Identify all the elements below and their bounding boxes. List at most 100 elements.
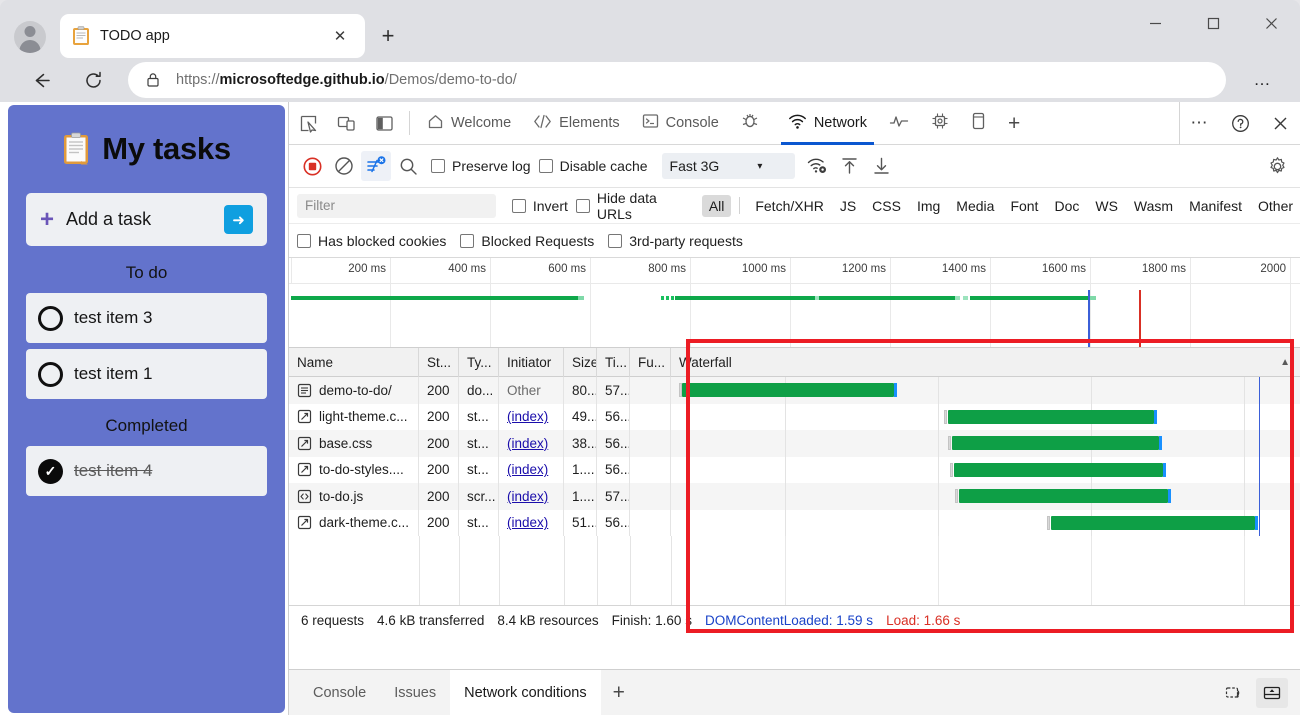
initiator-link[interactable]: (index) xyxy=(507,436,548,451)
device-toolbar-icon[interactable] xyxy=(327,102,365,145)
has-blocked-cookies-checkbox[interactable]: Has blocked cookies xyxy=(297,233,446,249)
cell-initiator[interactable]: (index) xyxy=(499,430,564,457)
back-icon[interactable] xyxy=(24,63,58,97)
initiator-link[interactable]: (index) xyxy=(507,489,548,504)
column-header-fulfilled[interactable]: Fu... xyxy=(630,348,671,377)
drawer-tab-issues[interactable]: Issues xyxy=(380,670,450,715)
table-row[interactable]: to-do-styles.... 200 st... (index) 1....… xyxy=(289,457,1300,484)
filter-type-manifest[interactable]: Manifest xyxy=(1182,195,1249,217)
column-header-time[interactable]: Ti... xyxy=(597,348,630,377)
filter-input[interactable]: Filter xyxy=(297,194,496,218)
task-checkbox-icon[interactable] xyxy=(38,362,63,387)
cell-name[interactable]: demo-to-do/ xyxy=(289,377,419,404)
checkbox-icon[interactable] xyxy=(297,234,311,248)
drawer-tab-console[interactable]: Console xyxy=(299,670,380,715)
table-row[interactable]: base.css 200 st... (index) 38... 56... xyxy=(289,430,1300,457)
sort-ascending-icon[interactable]: ▲ xyxy=(1280,357,1290,368)
tab-welcome[interactable]: Welcome xyxy=(416,102,522,145)
more-tabs-plus-icon[interactable]: + xyxy=(997,102,1031,145)
clear-icon[interactable] xyxy=(329,151,359,181)
dock-side-icon[interactable] xyxy=(365,102,403,145)
import-har-icon[interactable] xyxy=(835,151,865,181)
initiator-link[interactable]: (index) xyxy=(507,515,548,530)
initiator-link[interactable]: (index) xyxy=(507,462,548,477)
network-conditions-icon[interactable] xyxy=(803,151,833,181)
close-icon[interactable]: ✕ xyxy=(327,23,353,49)
filter-type-media[interactable]: Media xyxy=(949,195,1001,217)
checkbox-icon[interactable] xyxy=(460,234,474,248)
drawer-tab-network-conditions[interactable]: Network conditions xyxy=(450,670,601,715)
cell-name[interactable]: base.css xyxy=(289,430,419,457)
record-stop-icon[interactable] xyxy=(297,151,327,181)
cell-initiator[interactable]: (index) xyxy=(499,457,564,484)
filter-type-ws[interactable]: WS xyxy=(1088,195,1125,217)
cell-initiator[interactable]: (index) xyxy=(499,510,564,537)
cell-name[interactable]: to-do-styles.... xyxy=(289,457,419,484)
cell-initiator[interactable]: (index) xyxy=(499,483,564,510)
filter-type-wasm[interactable]: Wasm xyxy=(1127,195,1180,217)
filter-type-other[interactable]: Other xyxy=(1251,195,1300,217)
disable-cache-checkbox[interactable]: Disable cache xyxy=(539,158,648,174)
browser-more-icon[interactable]: … xyxy=(1248,66,1278,94)
invert-checkbox[interactable]: Invert xyxy=(512,198,568,214)
close-window-icon[interactable] xyxy=(1242,0,1300,46)
tab-memory[interactable] xyxy=(920,102,960,145)
browser-tab[interactable]: TODO app ✕ xyxy=(60,14,365,58)
drawer-add-tab-icon[interactable]: + xyxy=(601,681,637,705)
filter-type-all[interactable]: All xyxy=(702,195,732,217)
filter-type-font[interactable]: Font xyxy=(1003,195,1045,217)
tab-network[interactable]: Network xyxy=(777,102,878,145)
filter-type-js[interactable]: JS xyxy=(833,195,863,217)
filter-type-img[interactable]: Img xyxy=(910,195,947,217)
search-icon[interactable] xyxy=(393,151,423,181)
add-task-input[interactable]: + Add a task ➜ xyxy=(26,193,267,246)
task-item[interactable]: test item 3 xyxy=(26,293,267,343)
address-bar[interactable]: https://microsoftedge.github.io/Demos/de… xyxy=(128,62,1226,98)
export-har-icon[interactable] xyxy=(867,151,897,181)
column-header-name[interactable]: Name xyxy=(289,348,419,377)
column-header-initiator[interactable]: Initiator xyxy=(499,348,564,377)
table-row[interactable]: dark-theme.c... 200 st... (index) 51... … xyxy=(289,510,1300,537)
table-row[interactable]: to-do.js 200 scr... (index) 1.... 57... xyxy=(289,483,1300,510)
minimize-icon[interactable] xyxy=(1126,0,1184,46)
screenshot-icon[interactable] xyxy=(1218,678,1250,708)
tab-debugger[interactable] xyxy=(730,102,777,145)
close-devtools-icon[interactable] xyxy=(1260,102,1300,145)
table-row[interactable]: light-theme.c... 200 st... (index) 49...… xyxy=(289,404,1300,431)
filter-type-doc[interactable]: Doc xyxy=(1047,195,1086,217)
submit-task-button[interactable]: ➜ xyxy=(224,205,253,234)
checkbox-icon[interactable] xyxy=(539,159,553,173)
profile-avatar-button[interactable] xyxy=(12,19,48,55)
tab-performance[interactable] xyxy=(878,102,920,145)
initiator-link[interactable]: (index) xyxy=(507,409,548,424)
tab-console[interactable]: Console xyxy=(631,102,730,145)
task-item[interactable]: test item 1 xyxy=(26,349,267,399)
checkbox-icon[interactable] xyxy=(576,199,590,213)
throttling-dropdown[interactable]: Fast 3G ▾ xyxy=(662,153,795,179)
dock-to-bottom-icon[interactable] xyxy=(1256,678,1288,708)
blocked-requests-checkbox[interactable]: Blocked Requests xyxy=(460,233,594,249)
task-checkbox-icon[interactable] xyxy=(38,306,63,331)
tab-elements[interactable]: Elements xyxy=(522,102,630,145)
help-icon[interactable] xyxy=(1220,102,1260,145)
third-party-requests-checkbox[interactable]: 3rd-party requests xyxy=(608,233,743,249)
tab-application[interactable] xyxy=(960,102,997,145)
inspect-element-icon[interactable] xyxy=(289,102,327,145)
reload-icon[interactable] xyxy=(76,63,110,97)
table-row[interactable]: demo-to-do/ 200 do... Other 80... 57... xyxy=(289,377,1300,404)
cell-name[interactable]: dark-theme.c... xyxy=(289,510,419,537)
more-options-icon[interactable]: ⋯ xyxy=(1180,102,1220,145)
column-header-waterfall[interactable]: Waterfall xyxy=(679,355,732,370)
cell-name[interactable]: to-do.js xyxy=(289,483,419,510)
filter-type-fetch-xhr[interactable]: Fetch/XHR xyxy=(748,195,830,217)
column-header-status[interactable]: St... xyxy=(419,348,459,377)
maximize-icon[interactable] xyxy=(1184,0,1242,46)
cell-initiator[interactable]: (index) xyxy=(499,404,564,431)
task-checked-icon[interactable]: ✓ xyxy=(38,459,63,484)
network-overview[interactable]: 200 ms 400 ms 600 ms 800 ms 1000 ms 1200… xyxy=(289,258,1300,348)
filter-type-css[interactable]: CSS xyxy=(865,195,908,217)
task-item-completed[interactable]: ✓ test item 4 xyxy=(26,446,267,496)
cell-name[interactable]: light-theme.c... xyxy=(289,404,419,431)
checkbox-icon[interactable] xyxy=(512,199,526,213)
column-header-type[interactable]: Ty... xyxy=(459,348,499,377)
